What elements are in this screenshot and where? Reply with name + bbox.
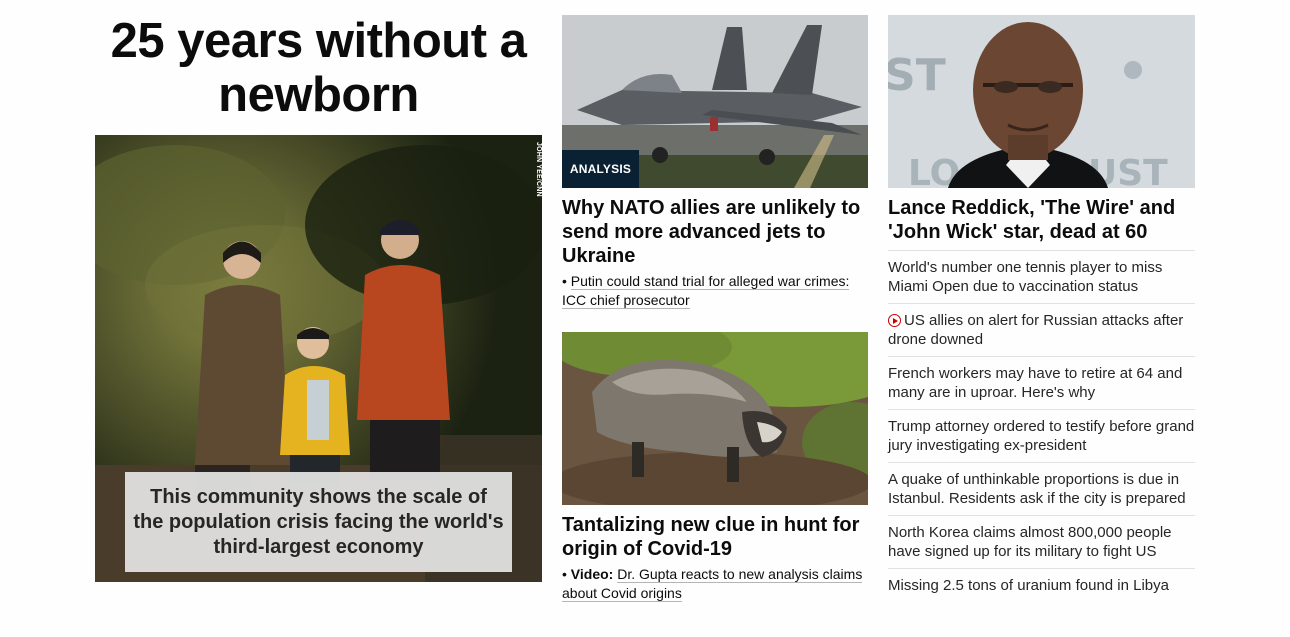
related-link-icc[interactable]: • Putin could stand trial for alleged wa… xyxy=(562,272,868,310)
raccoon-dog-photo[interactable] xyxy=(562,332,868,505)
nato-jets-headline[interactable]: Why NATO allies are unlikely to send mor… xyxy=(562,196,872,268)
analysis-badge: ANALYSIS xyxy=(562,150,639,188)
photo-credit: JOHN YEE/CNN xyxy=(535,142,542,197)
video-label: Video: xyxy=(570,566,614,582)
covid-origin-headline[interactable]: Tantalizing new clue in hunt for origin … xyxy=(562,513,868,561)
list-item[interactable]: North Korea claims almost 800,000 people… xyxy=(888,515,1195,568)
list-item[interactable]: Trump attorney ordered to testify before… xyxy=(888,409,1195,462)
list-item[interactable]: French workers may have to retire at 64 … xyxy=(888,356,1195,409)
list-item[interactable]: Missing 2.5 tons of uranium found in Lib… xyxy=(888,568,1195,621)
play-circle-icon xyxy=(888,314,901,327)
lance-reddick-photo[interactable]: ST LO UST xyxy=(888,15,1195,188)
list-item[interactable]: US allies on alert for Russian attacks a… xyxy=(888,303,1195,356)
list-item[interactable]: World's number one tennis player to miss… xyxy=(888,250,1195,303)
related-link-icc-text[interactable]: Putin could stand trial for alleged war … xyxy=(562,273,850,309)
headline-list: World's number one tennis player to miss… xyxy=(888,250,1195,621)
hero-headline[interactable]: 25 years without a newborn xyxy=(95,14,542,122)
related-link-covid[interactable]: • Video: Dr. Gupta reacts to new analysi… xyxy=(562,565,868,603)
list-item[interactable]: A quake of unthinkable proportions is du… xyxy=(888,462,1195,515)
hero-caption[interactable]: This community shows the scale of the po… xyxy=(125,472,512,572)
svg-text:ST: ST xyxy=(888,50,946,101)
lance-reddick-headline[interactable]: Lance Reddick, 'The Wire' and 'John Wick… xyxy=(888,196,1198,244)
